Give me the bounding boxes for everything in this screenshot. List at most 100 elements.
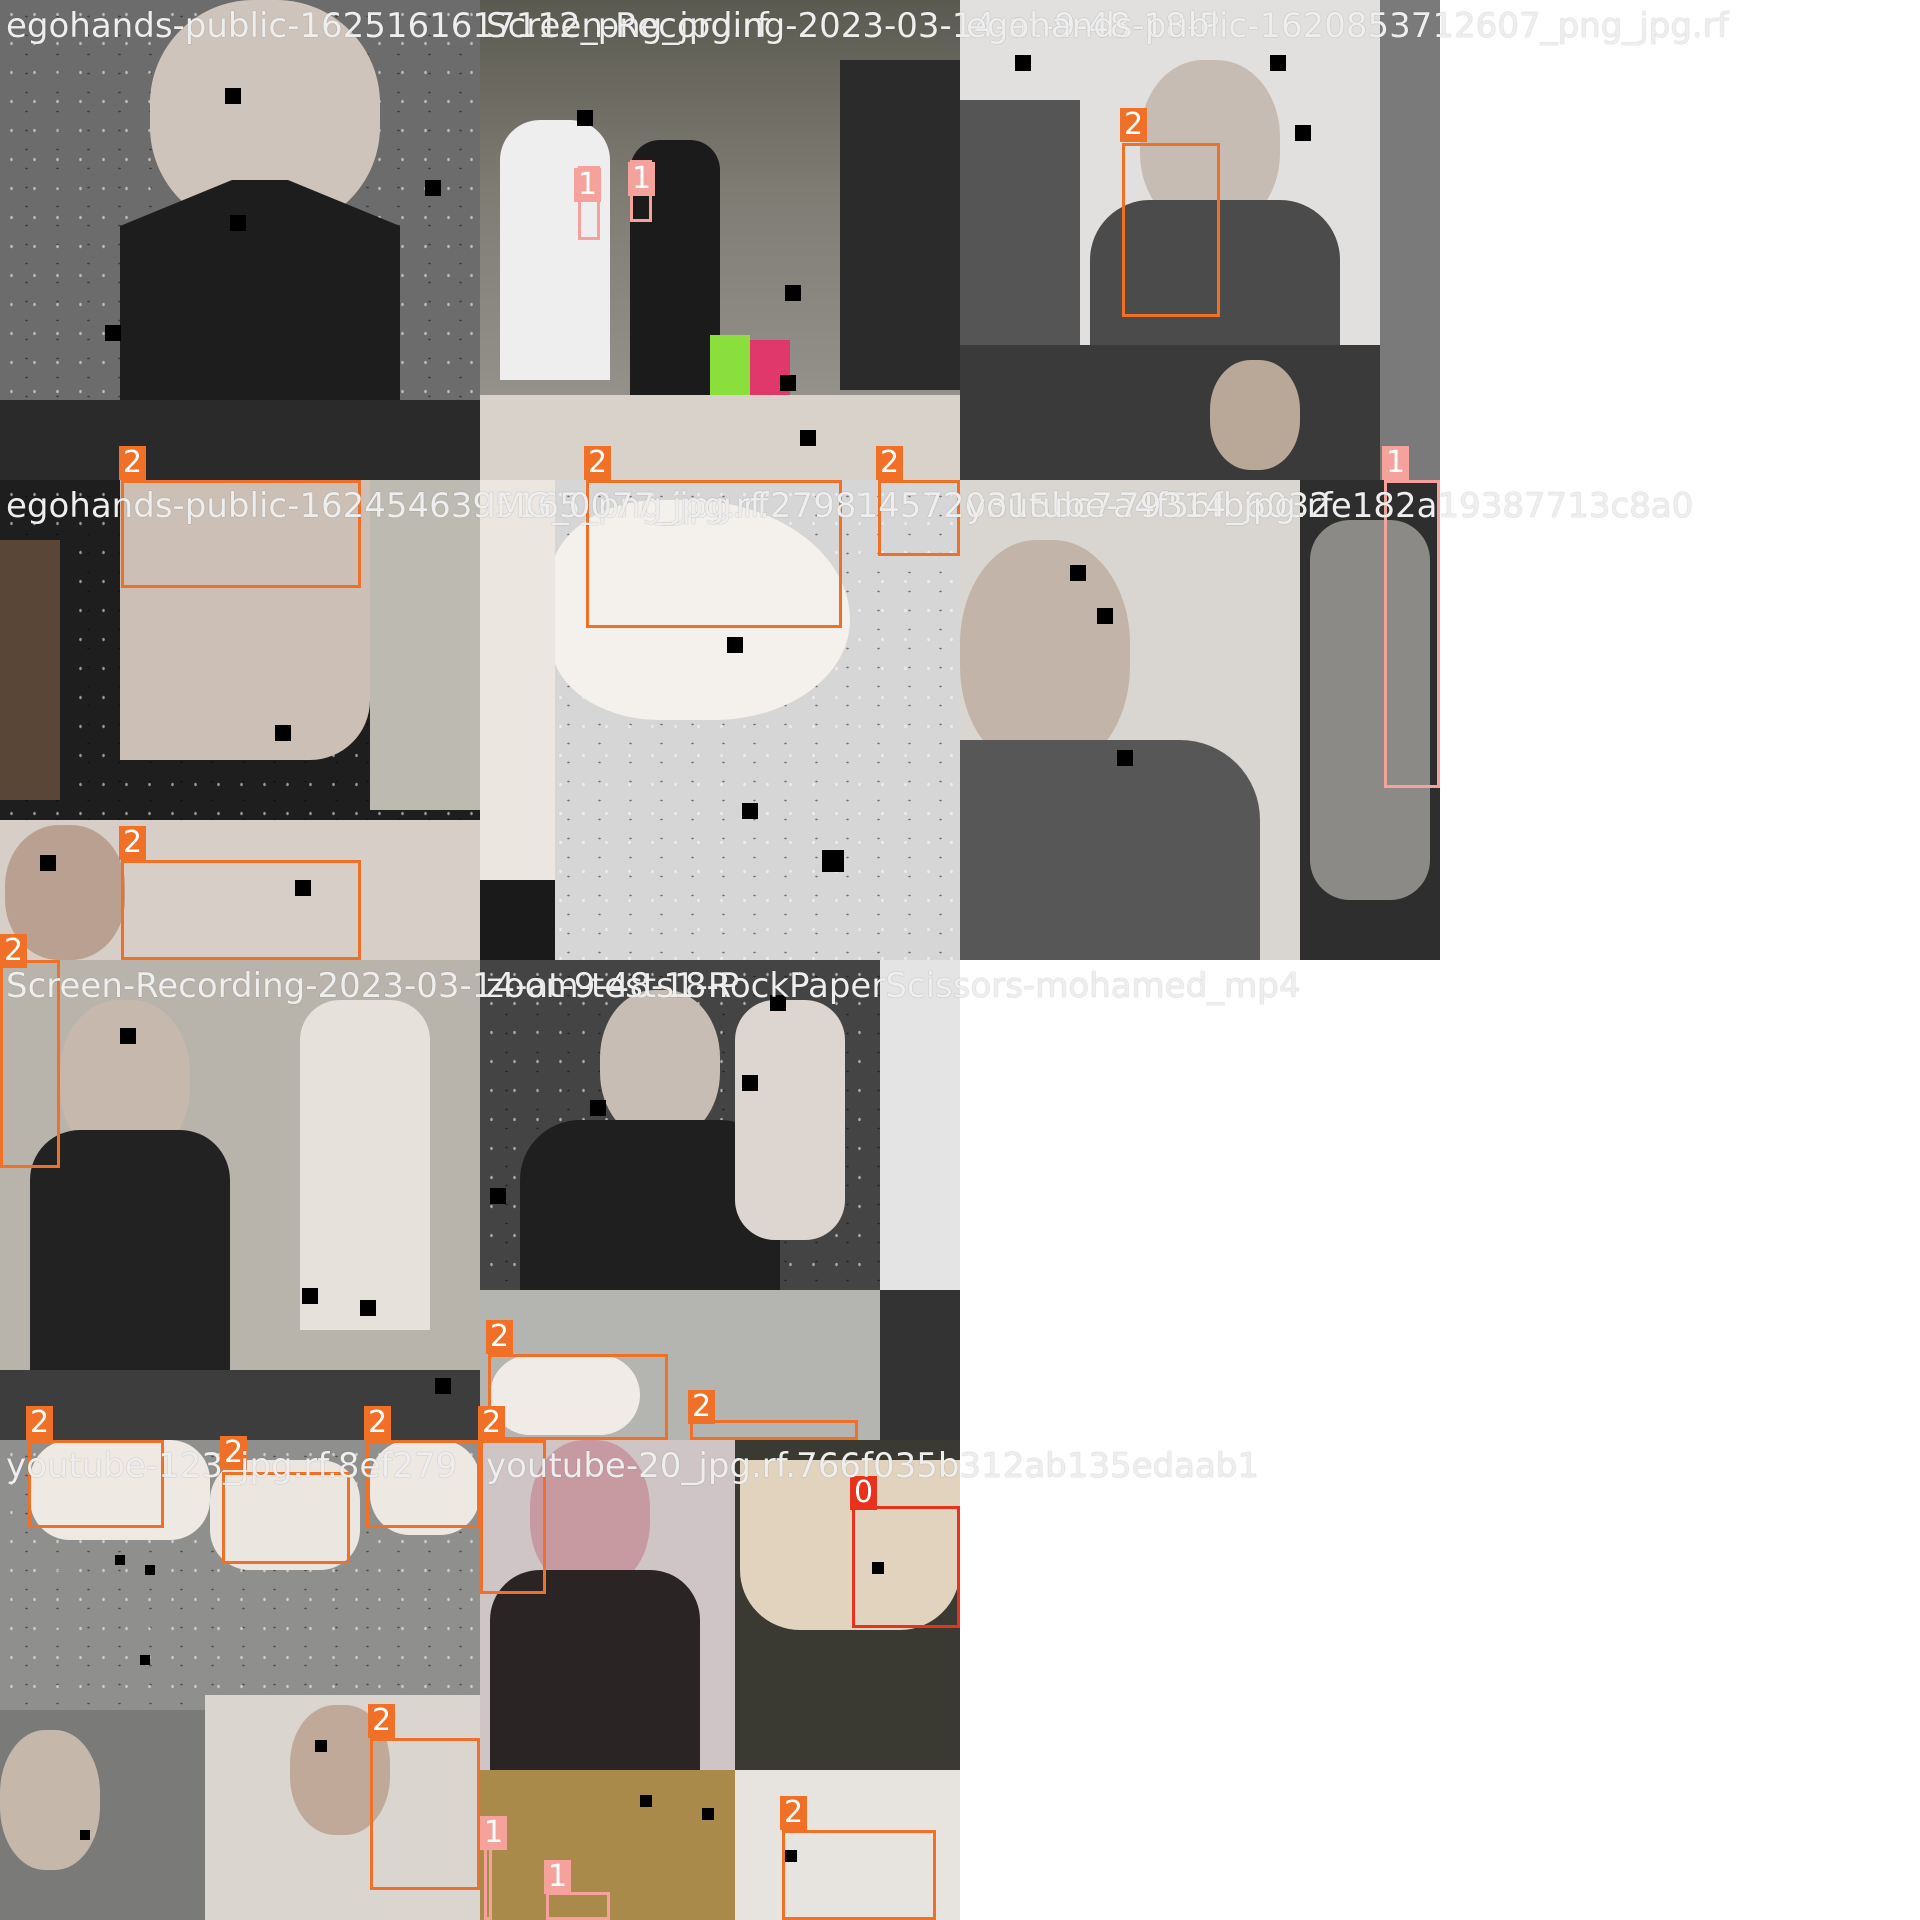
cutout-square (770, 995, 786, 1011)
cutout-square (120, 1028, 136, 1044)
cutout-square (140, 1655, 150, 1665)
bbox-class-2 (782, 1830, 936, 1920)
cutout-square (640, 1795, 652, 1807)
person-shape (300, 1000, 430, 1330)
cutout-square (800, 430, 816, 446)
bbox-class-2 (878, 480, 960, 556)
bbox-label: 2 (876, 446, 904, 480)
grey-margin (1380, 0, 1440, 480)
bbox-class-2 (0, 960, 60, 1168)
cutout-square (302, 1288, 318, 1304)
bbox-label: 1 (628, 162, 656, 196)
bbox-class-2 (488, 1354, 668, 1440)
bbox-class-2 (222, 1472, 350, 1564)
tile-6 (960, 480, 1440, 960)
tile-1 (0, 0, 480, 480)
cutout-square (105, 325, 121, 341)
cutout-square (1117, 750, 1133, 766)
bbox-label: 2 (364, 1406, 392, 1440)
cutout-square (490, 1188, 506, 1204)
bbox-label: 2 (688, 1390, 716, 1424)
person-shape (960, 740, 1260, 960)
person-shape (500, 120, 610, 380)
cutout-square (360, 1300, 376, 1316)
bbox-class-2 (1122, 143, 1220, 317)
bbox-label: 2 (368, 1704, 396, 1738)
bbox-label: 2 (1120, 108, 1148, 142)
wall-panel (370, 480, 480, 810)
bbox-class-2 (586, 480, 842, 628)
bbox-label: 1 (574, 168, 602, 202)
person-shape (30, 1130, 230, 1370)
cutout-square (1270, 55, 1286, 71)
bbox-label: 1 (544, 1860, 572, 1894)
right-panel (880, 960, 960, 1290)
bbox-class-1 (484, 1846, 492, 1920)
cutout-square (727, 637, 743, 653)
game-cards (750, 340, 790, 400)
bbox-class-2 (121, 480, 361, 588)
person-shape (490, 1570, 700, 1770)
bbox-class-2 (370, 1738, 480, 1890)
cutout-square (590, 1100, 606, 1116)
bbox-label: 2 (486, 1320, 514, 1354)
cutout-square (275, 725, 291, 741)
person-shape (840, 60, 960, 390)
bbox-class-2 (28, 1440, 164, 1528)
person-shape (960, 100, 1080, 345)
cutout-square (785, 285, 801, 301)
tile-2 (480, 0, 960, 480)
bbox-class-0 (852, 1506, 960, 1628)
bbox-label: 2 (584, 446, 612, 480)
lower-strip (960, 345, 1380, 480)
left-panel (480, 480, 555, 880)
cutout-square (425, 180, 441, 196)
bbox-class-2 (366, 1440, 480, 1528)
bbox-label: 0 (850, 1476, 878, 1510)
bbox-label: 2 (220, 1436, 248, 1470)
tile-7 (0, 960, 480, 1440)
bbox-label: 2 (780, 1796, 808, 1830)
bbox-class-1 (546, 1892, 610, 1920)
cutout-square (742, 803, 758, 819)
bbox-label: 1 (480, 1816, 508, 1850)
cutout-square (230, 215, 246, 231)
bbox-label: 2 (119, 446, 147, 480)
cutout-square (702, 1808, 714, 1820)
cutout-square (80, 1830, 90, 1840)
game-cards (710, 335, 750, 395)
bbox-label: 1 (1382, 446, 1410, 480)
person-shape (0, 1730, 100, 1870)
cutout-square (315, 1740, 327, 1752)
lower-strip (0, 1370, 480, 1440)
person-shape (960, 540, 1130, 770)
cutout-square (742, 1075, 758, 1091)
frame-shadow (0, 400, 480, 480)
cutout-square (780, 375, 796, 391)
cutout-square (40, 855, 56, 871)
cutout-square (225, 88, 241, 104)
cutout-square (145, 1565, 155, 1575)
person-shape (1210, 360, 1300, 470)
cutout-square (1015, 55, 1031, 71)
bbox-class-1 (1384, 480, 1440, 788)
hand-shape (735, 1000, 845, 1240)
cutout-square (115, 1555, 125, 1565)
bbox-class-2 (121, 860, 361, 960)
bbox-class-2 (480, 1440, 546, 1594)
lower-right (880, 1290, 960, 1440)
cutout-square (435, 1378, 451, 1394)
bbox-label: 2 (0, 934, 28, 968)
bbox-class-2 (690, 1420, 858, 1440)
bbox-label: 2 (119, 826, 147, 860)
cutout-square (1070, 565, 1086, 581)
cutout-square (1097, 608, 1113, 624)
person-shape (530, 1440, 650, 1590)
person-shape (600, 990, 720, 1140)
hair-shape (0, 540, 60, 800)
cutout-square (822, 850, 844, 872)
cutout-square (577, 110, 593, 126)
bbox-label: 2 (26, 1406, 54, 1440)
dark-edge (480, 880, 555, 960)
cutout-square (1295, 125, 1311, 141)
